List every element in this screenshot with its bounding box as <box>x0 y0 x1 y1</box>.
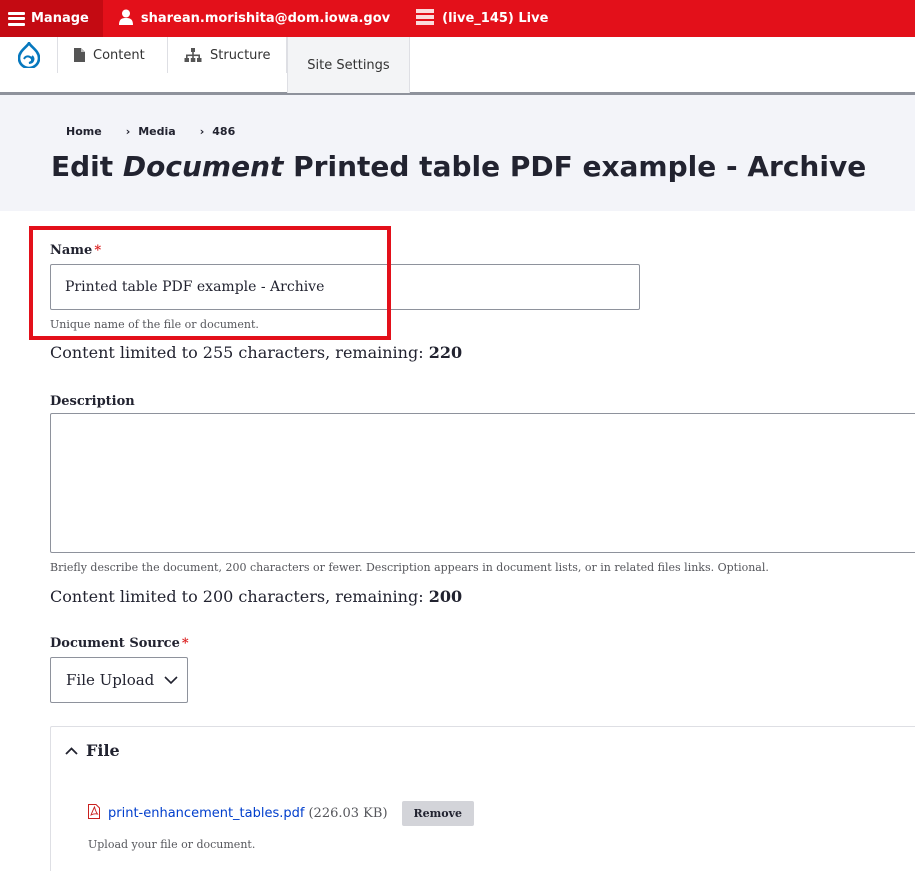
user-menu[interactable]: sharean.morishita@dom.iowa.gov <box>103 0 406 37</box>
breadcrumb-separator: › <box>125 125 131 138</box>
breadcrumb-separator: › <box>199 125 205 138</box>
chevron-up-icon <box>65 746 78 755</box>
tab-site-settings-label: Site Settings <box>307 58 390 73</box>
chevron-down-icon <box>164 675 178 685</box>
pdf-file-icon <box>88 804 100 823</box>
file-size: (226.03 KB) <box>308 806 388 821</box>
page-header: Home › Media › 486 Edit Document Printed… <box>0 95 915 211</box>
name-counter-value: 220 <box>428 343 463 362</box>
document-source-label-text: Document Source <box>50 636 180 651</box>
manage-label: Manage <box>31 11 89 26</box>
description-help-text: Briefly describe the document, 200 chara… <box>50 561 769 574</box>
description-counter-text: Content limited to 200 characters, remai… <box>50 587 429 606</box>
user-label: sharean.morishita@dom.iowa.gov <box>140 11 391 26</box>
page-title-prefix: Edit <box>51 150 123 183</box>
uploaded-file-row: print-enhancement_tables.pdf (226.03 KB)… <box>88 801 475 826</box>
sitemap-icon <box>184 48 202 62</box>
description-textarea[interactable] <box>50 413 915 553</box>
environment-indicator[interactable]: (live_145) Live <box>406 0 558 37</box>
description-counter-value: 200 <box>428 587 463 606</box>
server-icon <box>416 8 435 29</box>
manage-button[interactable]: Manage <box>0 0 103 37</box>
admin-toolbar: Manage sharean.morishita@dom.iowa.gov (l… <box>0 0 915 37</box>
file-fieldset: File print-enhancement_tables.pdf (226.0… <box>50 726 915 871</box>
page-title-type: Document <box>122 150 284 183</box>
name-counter-text: Content limited to 255 characters, remai… <box>50 343 429 362</box>
file-legend-label: File <box>86 741 120 760</box>
document-source-select[interactable]: File Upload <box>50 657 188 703</box>
remove-button[interactable]: Remove <box>401 801 475 826</box>
toolbar-tray: Content Structure Site Settings <box>0 37 915 95</box>
breadcrumb-media[interactable]: Media <box>138 125 175 138</box>
drupal-logo-icon[interactable] <box>0 37 58 73</box>
name-char-counter: Content limited to 255 characters, remai… <box>50 343 462 362</box>
tab-structure[interactable]: Structure <box>168 37 287 73</box>
breadcrumb-current: 486 <box>212 125 236 138</box>
document-source-label: Document Source * <box>50 636 189 651</box>
description-label: Description <box>50 394 135 409</box>
tab-site-settings[interactable]: Site Settings <box>287 37 410 93</box>
hamburger-icon <box>8 11 25 26</box>
page-title-suffix: Printed table PDF example - Archive <box>283 150 867 183</box>
document-source-value: File Upload <box>66 671 155 689</box>
description-char-counter: Content limited to 200 characters, remai… <box>50 587 462 606</box>
highlight-box <box>29 226 391 340</box>
breadcrumb: Home › Media › 486 <box>66 125 235 138</box>
user-icon <box>118 9 133 29</box>
tab-content[interactable]: Content <box>58 37 168 73</box>
required-marker: * <box>181 636 189 651</box>
environment-label: (live_145) Live <box>442 11 549 26</box>
tab-content-label: Content <box>93 47 145 63</box>
file-link[interactable]: print-enhancement_tables.pdf <box>108 806 304 821</box>
page-title: Edit Document Printed table PDF example … <box>51 150 866 183</box>
file-help-text: Upload your file or document. <box>88 838 256 851</box>
file-icon <box>74 48 85 62</box>
breadcrumb-home[interactable]: Home <box>66 125 102 138</box>
tab-structure-label: Structure <box>210 47 271 63</box>
file-fieldset-toggle[interactable]: File <box>65 741 120 760</box>
